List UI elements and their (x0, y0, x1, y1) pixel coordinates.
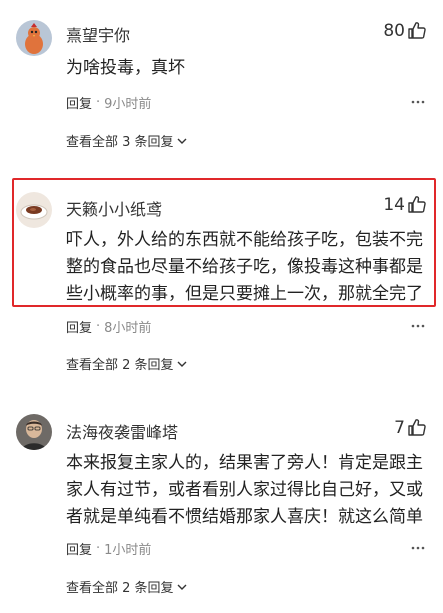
timestamp: 8小时前 (104, 321, 152, 336)
view-replies-button[interactable]: 查看全部 2 条回复 (66, 354, 188, 373)
man-portrait-avatar-icon[interactable] (16, 414, 52, 450)
comment-item: 熹望宇你 80 为啥投毒，真坏 回复 · 9小时前 查看全部 3 条回复 (0, 0, 443, 160)
like-count: 7 (394, 418, 405, 438)
chicken-avatar-icon[interactable] (16, 20, 52, 56)
separator-dot: · (96, 541, 101, 556)
more-options-icon[interactable] (410, 318, 426, 334)
chevron-down-icon (177, 584, 187, 590)
separator-dot: · (96, 319, 101, 334)
like-button[interactable]: 14 (383, 195, 427, 215)
thumbs-up-icon (408, 22, 426, 39)
like-count: 80 (383, 21, 405, 41)
reply-button[interactable]: 回复 (66, 317, 92, 336)
more-options-icon[interactable] (410, 94, 426, 110)
comment-text: 为啥投毒，真坏 (66, 58, 185, 78)
chevron-down-icon (177, 138, 187, 144)
comment-item: 天籁小小纸鸢 14 吓人，外人给的东西就不能给孩子吃，包装不完整的食品也尽量不给… (0, 178, 443, 378)
comment-meta: 回复 · 1小时前 (66, 539, 151, 558)
thumbs-up-icon (408, 196, 426, 213)
comment-item: 法海夜袭雷峰塔 7 本来报复主家人的，结果害了旁人！肯定是跟主家人有过节，或者看… (0, 400, 443, 613)
username[interactable]: 法海夜袭雷峰塔 (66, 419, 178, 443)
thumbs-up-icon (408, 419, 426, 436)
coffee-cup-avatar-icon[interactable] (16, 192, 52, 228)
view-replies-button[interactable]: 查看全部 2 条回复 (66, 577, 188, 596)
reply-button[interactable]: 回复 (66, 539, 92, 558)
view-replies-label: 查看全部 2 条回复 (66, 581, 174, 596)
reply-button[interactable]: 回复 (66, 93, 92, 112)
chevron-down-icon (177, 361, 187, 367)
like-button[interactable]: 80 (383, 21, 427, 41)
view-replies-label: 查看全部 3 条回复 (66, 135, 174, 150)
username[interactable]: 熹望宇你 (66, 22, 130, 46)
timestamp: 9小时前 (104, 97, 152, 112)
timestamp: 1小时前 (104, 543, 152, 558)
view-replies-label: 查看全部 2 条回复 (66, 358, 174, 373)
comment-text: 吓人，外人给的东西就不能给孩子吃，包装不完整的食品也尽量不给孩子吃，像投毒这种事… (66, 230, 423, 304)
comment-meta: 回复 · 9小时前 (66, 93, 151, 112)
comment-meta: 回复 · 8小时前 (66, 317, 151, 336)
view-replies-button[interactable]: 查看全部 3 条回复 (66, 131, 188, 150)
separator-dot: · (96, 95, 101, 110)
comment-text: 本来报复主家人的，结果害了旁人！肯定是跟主家人有过节，或者看别人家过得比自己好，… (66, 453, 423, 527)
like-count: 14 (383, 195, 405, 215)
more-options-icon[interactable] (410, 540, 426, 556)
like-button[interactable]: 7 (394, 418, 427, 438)
username[interactable]: 天籁小小纸鸢 (66, 196, 162, 220)
